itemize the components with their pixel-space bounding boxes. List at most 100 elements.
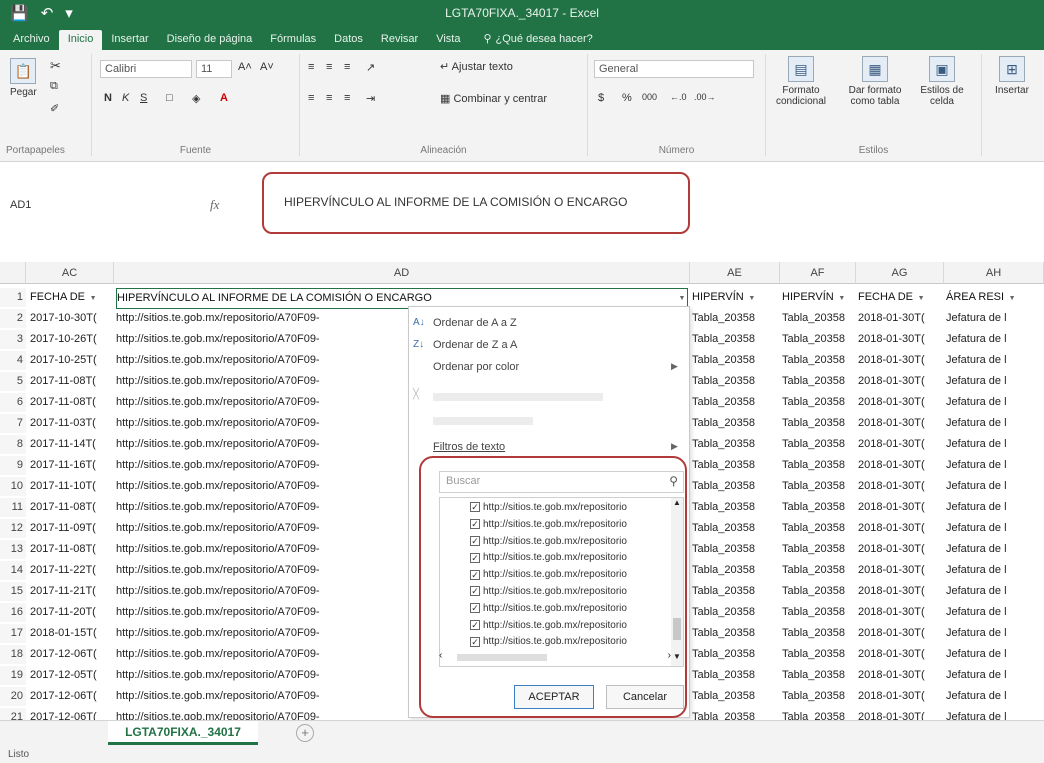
cell-af[interactable]: Tabla_20358 [782,456,854,475]
cell-ae[interactable]: Tabla_20358 [692,435,778,454]
column-header-ae[interactable]: AE [690,262,780,284]
tab-datos[interactable]: Datos [325,30,372,50]
cell-ae[interactable]: Tabla_20358 [692,687,778,706]
row-number[interactable]: 8 [0,435,26,454]
cell-af[interactable]: Tabla_20358 [782,435,854,454]
cell-ac[interactable]: 2017-11-21T( [30,582,112,601]
cell-ae[interactable]: Tabla_20358 [692,666,778,685]
cell-ah[interactable]: Jefatura de l [946,498,1044,517]
tell-me-search[interactable]: ⚲ ¿Qué desea hacer? [469,29,601,50]
grow-font-icon[interactable]: A˄ [238,61,252,73]
underline-button[interactable]: S [140,92,147,104]
select-all-corner[interactable] [0,262,26,284]
cell-ae[interactable]: Tabla_20358 [692,498,778,517]
cell-ad[interactable]: http://sitios.te.gob.mx/repositorio/A70F… [116,435,406,454]
cell-ad[interactable]: http://sitios.te.gob.mx/repositorio/A70F… [116,708,406,720]
currency-button[interactable]: $ [598,92,604,104]
conditional-format-button[interactable]: ▤ Formato condicional [770,56,832,107]
cell-ag[interactable]: 2018-01-30T( [858,456,942,475]
filter-dropdown-icon[interactable]: ▼ [916,289,926,308]
cell-af[interactable]: Tabla_20358 [782,351,854,370]
cell-ag[interactable]: 2018-01-30T( [858,351,942,370]
fill-color-icon[interactable]: ◈ [192,92,200,105]
row-number[interactable]: 18 [0,645,26,664]
cell-ag[interactable]: 2018-01-30T( [858,603,942,622]
row-number[interactable]: 16 [0,603,26,622]
cell-ae[interactable]: Tabla_20358 [692,624,778,643]
cell-ah[interactable]: Jefatura de l [946,603,1044,622]
cell-af[interactable]: Tabla_20358 [782,519,854,538]
cell-ae[interactable]: Tabla_20358 [692,477,778,496]
tab-inicio[interactable]: Inicio [58,30,103,50]
cell-af[interactable]: Tabla_20358 [782,645,854,664]
row-number[interactable]: 20 [0,687,26,706]
cell-ah[interactable]: Jefatura de l [946,477,1044,496]
cell-ad[interactable]: http://sitios.te.gob.mx/repositorio/A70F… [116,414,406,433]
cell-ac[interactable]: 2017-10-25T( [30,351,112,370]
font-color-icon[interactable]: A [220,92,228,104]
cell-ac[interactable]: 2017-11-03T( [30,414,112,433]
cell-ad[interactable]: http://sitios.te.gob.mx/repositorio/A70F… [116,393,406,412]
row-number[interactable]: 21 [0,708,26,720]
cell-ae[interactable]: Tabla_20358 [692,393,778,412]
cell-ac[interactable]: 2017-11-14T( [30,435,112,454]
cell-ae[interactable]: Tabla_20358 [692,582,778,601]
column-header-ad[interactable]: AD [114,262,690,284]
header-cell-ae[interactable]: HIPERVÍN ▼ [692,288,778,308]
cell-af[interactable]: Tabla_20358 [782,309,854,328]
tab-insertar[interactable]: Insertar [102,30,157,50]
cell-af[interactable]: Tabla_20358 [782,498,854,517]
cell-af[interactable]: Tabla_20358 [782,372,854,391]
row-number[interactable]: 3 [0,330,26,349]
tab-formulas[interactable]: Fórmulas [261,30,325,50]
cell-ag[interactable]: 2018-01-30T( [858,708,942,720]
cell-ac[interactable]: 2017-11-08T( [30,372,112,391]
row-number[interactable]: 11 [0,498,26,517]
cell-ah[interactable]: Jefatura de l [946,414,1044,433]
cell-ae[interactable]: Tabla_20358 [692,603,778,622]
cell-ag[interactable]: 2018-01-30T( [858,477,942,496]
orientation-icon[interactable]: ↗ [366,61,375,74]
cell-ad[interactable]: http://sitios.te.gob.mx/repositorio/A70F… [116,645,406,664]
format-painter-icon[interactable]: ✐ [50,102,59,115]
cell-ag[interactable]: 2018-01-30T( [858,582,942,601]
cell-af[interactable]: Tabla_20358 [782,687,854,706]
column-header-ac[interactable]: AC [26,262,114,284]
formula-input[interactable]: HIPERVÍNCULO AL INFORME DE LA COMISIÓN O… [284,195,627,209]
cell-af[interactable]: Tabla_20358 [782,414,854,433]
cell-ag[interactable]: 2018-01-30T( [858,372,942,391]
cell-ag[interactable]: 2018-01-30T( [858,519,942,538]
font-name-select[interactable]: Calibri [100,60,192,78]
cell-ag[interactable]: 2018-01-30T( [858,624,942,643]
cell-af[interactable]: Tabla_20358 [782,393,854,412]
align-bottom-icon[interactable]: ≡ [344,61,350,73]
cell-ac[interactable]: 2017-11-10T( [30,477,112,496]
font-size-select[interactable]: 11 [196,60,232,78]
tab-archivo[interactable]: Archivo [4,30,59,50]
decrease-decimal-icon[interactable]: .00→ [694,92,716,102]
cell-ad[interactable]: http://sitios.te.gob.mx/repositorio/A70F… [116,309,406,328]
cell-ac[interactable]: 2017-12-05T( [30,666,112,685]
cell-ah[interactable]: Jefatura de l [946,372,1044,391]
cell-ac[interactable]: 2017-11-08T( [30,540,112,559]
cell-ad[interactable]: http://sitios.te.gob.mx/repositorio/A70F… [116,666,406,685]
cell-ah[interactable]: Jefatura de l [946,519,1044,538]
cell-ad[interactable]: http://sitios.te.gob.mx/repositorio/A70F… [116,477,406,496]
add-sheet-button[interactable]: + [296,724,314,742]
cell-ae[interactable]: Tabla_20358 [692,372,778,391]
cell-ac[interactable]: 2017-11-20T( [30,603,112,622]
cell-ah[interactable]: Jefatura de l [946,435,1044,454]
thousands-button[interactable]: 000 [642,92,657,102]
cell-ad[interactable]: http://sitios.te.gob.mx/repositorio/A70F… [116,351,406,370]
cell-ac[interactable]: 2017-10-26T( [30,330,112,349]
cell-af[interactable]: Tabla_20358 [782,708,854,720]
cell-ac[interactable]: 2017-11-22T( [30,561,112,580]
cell-ad[interactable]: http://sitios.te.gob.mx/repositorio/A70F… [116,456,406,475]
percent-button[interactable]: % [622,92,632,104]
cell-af[interactable]: Tabla_20358 [782,603,854,622]
cell-ah[interactable]: Jefatura de l [946,540,1044,559]
italic-button[interactable]: K [122,92,129,104]
align-left-icon[interactable]: ≡ [308,92,314,104]
row-number[interactable]: 17 [0,624,26,643]
cut-icon[interactable]: ✂ [50,58,61,74]
